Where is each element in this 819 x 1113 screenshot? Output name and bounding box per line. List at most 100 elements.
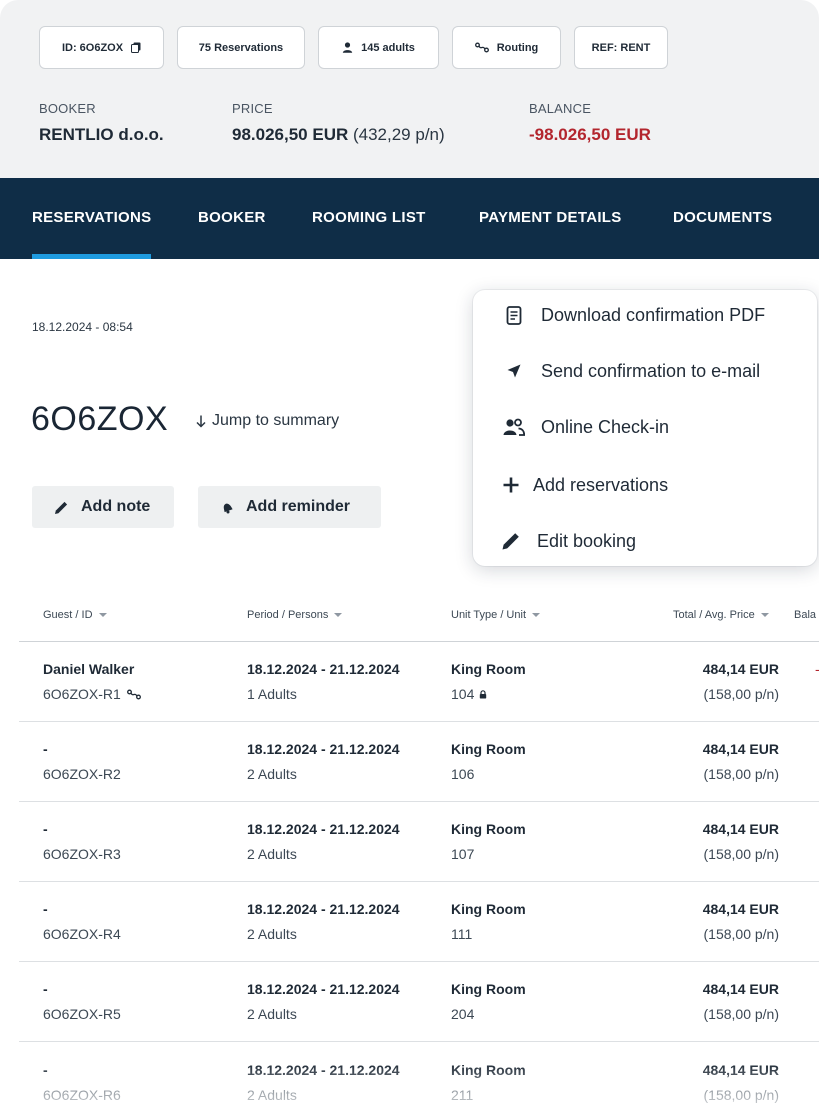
reservation-id: 6O6ZOX-R3 [43,846,121,862]
column-header-unit[interactable]: Unit Type / Unit [451,609,540,621]
table-row[interactable]: - 6O6ZOX-R4 18.12.2024 - 21.12.2024 2 Ad… [19,882,819,962]
total-price: 484,14 EUR [702,661,779,677]
summary-chips: ID: 6O6ZOX 75 Reservations 145 adults Ro… [39,26,668,69]
price-stat: PRICE 98.026,50 EUR (432,29 p/n) [232,101,445,145]
avg-price: (158,00 p/n) [703,926,780,942]
column-header-label: Guest / ID [43,609,93,621]
arrow-down-icon [196,415,206,428]
balance-stat: BALANCE -98.026,50 EUR [529,101,651,145]
column-header-total[interactable]: Total / Avg. Price [673,609,769,621]
pencil-icon [500,530,522,552]
persons: 2 Adults [247,1006,297,1022]
menu-item-label: Edit booking [537,530,637,551]
period: 18.12.2024 - 21.12.2024 [247,901,400,917]
persons: 2 Adults [247,766,297,782]
booking-code: 6O6ZOX [31,400,169,438]
balance-mark: - [815,661,819,677]
reservation-id: 6O6ZOX-R4 [43,926,121,942]
adults-count-label: 145 adults [361,41,415,54]
persons: 1 Adults [247,686,297,702]
tab-rooming-list[interactable]: ROOMING LIST [312,178,426,259]
booking-date: 18.12.2024 - 08:54 [32,320,133,334]
tab-payment-details[interactable]: PAYMENT DETAILS [479,178,622,259]
menu-item-label: Send confirmation to e-mail [541,360,761,381]
table-row[interactable]: Daniel Walker 6O6ZOX-R1 18.12.2024 - 21.… [19,642,819,722]
users-icon [503,416,525,438]
unit-number: 104 [451,686,475,702]
unit: 211 [451,1087,474,1103]
table-row[interactable]: - 6O6ZOX-R5 18.12.2024 - 21.12.2024 2 Ad… [19,962,819,1042]
persons: 2 Adults [247,1087,297,1103]
add-reminder-label: Add reminder [246,498,351,515]
tab-booker[interactable]: BOOKER [198,178,266,259]
total-price: 484,14 EUR [702,981,779,997]
column-header-label: Unit Type / Unit [451,609,526,621]
total-price: 484,14 EUR [702,901,779,917]
avg-price: (158,00 p/n) [703,1087,780,1103]
booker-stat: BOOKER RENTLIO d.o.o. [39,101,164,145]
booking-id-label: ID: 6O6ZOX [61,41,124,54]
total-price: 484,14 EUR [702,1062,779,1078]
persons: 2 Adults [247,926,297,942]
reservations-count-chip[interactable]: 75 Reservations [177,26,305,69]
tab-documents[interactable]: DOCUMENTS [673,178,772,259]
unit-type: King Room [451,1062,526,1078]
app-frame: ID: 6O6ZOX 75 Reservations 145 adults Ro… [0,0,819,1113]
document-icon [503,304,525,326]
table-row[interactable]: - 6O6ZOX-R6 18.12.2024 - 21.12.2024 2 Ad… [19,1043,819,1113]
reservation-id: 6O6ZOX-R6 [43,1087,121,1103]
price-label: PRICE [232,101,273,116]
unit: 107 [451,846,475,862]
unit: 111 [451,926,473,942]
menu-item-edit-booking[interactable]: Edit booking [473,521,817,561]
unit-type: King Room [451,901,526,917]
plus-icon [500,474,522,496]
column-header-guest[interactable]: Guest / ID [43,609,107,621]
period: 18.12.2024 - 21.12.2024 [247,741,400,757]
booker-value: RENTLIO d.o.o. [39,125,164,144]
booking-actions-menu: Download confirmation PDF Send confirmat… [473,290,817,566]
column-header-period[interactable]: Period / Persons [247,609,343,621]
reservations-count-label: 75 Reservations [198,41,284,54]
column-header-label: Period / Persons [247,609,329,621]
total-price: 484,14 EUR [702,821,779,837]
period: 18.12.2024 - 21.12.2024 [247,1062,400,1078]
add-reminder-button[interactable]: Add reminder [198,486,381,528]
routing-chip[interactable]: Routing [452,26,561,69]
menu-item-send-email[interactable]: Send confirmation to e-mail [473,351,817,391]
price-per-night: (432,29 p/n) [352,125,445,144]
reference-chip[interactable]: REF: RENT [574,26,668,69]
send-icon [503,360,525,382]
reservation-id: 6O6ZOX-R2 [43,766,121,782]
price-value: 98.026,50 EUR [232,125,349,144]
table-row[interactable]: - 6O6ZOX-R2 18.12.2024 - 21.12.2024 2 Ad… [19,722,819,802]
adults-count-chip[interactable]: 145 adults [318,26,439,69]
menu-item-label: Online Check-in [541,416,670,437]
guest-name: - [43,741,48,757]
column-header-balance[interactable]: Bala [794,609,816,621]
pencil-icon [55,501,68,514]
unit: 106 [451,766,475,782]
bell-icon [223,503,233,514]
guest-name: - [43,981,48,997]
sort-caret-icon [532,613,540,617]
menu-item-online-checkin[interactable]: Online Check-in [473,407,817,447]
guest-name: - [43,901,48,917]
tab-reservations[interactable]: RESERVATIONS [32,178,152,259]
booking-id-chip[interactable]: ID: 6O6ZOX [39,26,164,69]
routing-label: Routing [496,41,539,54]
table-row[interactable]: - 6O6ZOX-R3 18.12.2024 - 21.12.2024 2 Ad… [19,802,819,882]
unit-type: King Room [451,821,526,837]
avg-price: (158,00 p/n) [703,766,780,782]
balance-label: BALANCE [529,101,592,116]
menu-item-download-pdf[interactable]: Download confirmation PDF [473,295,817,335]
balance-value: -98.026,50 EUR [529,125,651,144]
routing-icon [474,42,489,53]
avg-price: (158,00 p/n) [703,846,780,862]
reservation-id: 6O6ZOX-R1 [43,686,141,702]
add-note-button[interactable]: Add note [32,486,174,528]
booking-summary-header: ID: 6O6ZOX 75 Reservations 145 adults Ro… [0,0,819,178]
menu-item-add-reservations[interactable]: Add reservations [473,465,817,505]
jump-to-summary-link[interactable]: Jump to summary [196,412,339,430]
reservation-id: 6O6ZOX-R5 [43,1006,121,1022]
